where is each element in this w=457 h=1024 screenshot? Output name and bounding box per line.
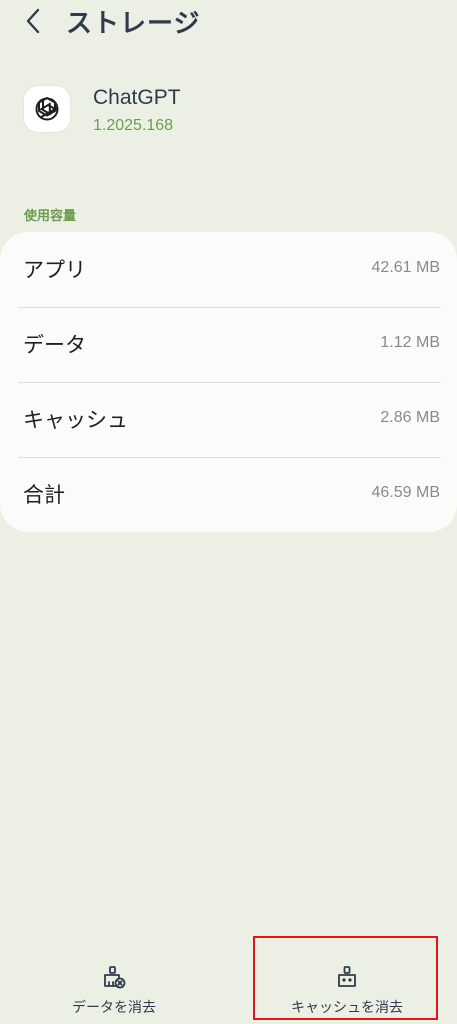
app-name: ChatGPT bbox=[93, 86, 181, 109]
page-title: ストレージ bbox=[66, 9, 201, 39]
storage-row-total: 合計 46.59 MB bbox=[0, 457, 457, 532]
storage-row-data: データ 1.12 MB bbox=[0, 307, 457, 382]
clear-data-button[interactable]: データを消去 bbox=[4, 940, 224, 1024]
row-label: アプリ bbox=[23, 258, 86, 282]
row-value: 2.86 MB bbox=[380, 409, 440, 426]
section-label-usage: 使用容量 bbox=[24, 209, 77, 224]
app-info: ChatGPT 1.2025.168 bbox=[24, 84, 424, 144]
row-label: キャッシュ bbox=[23, 408, 128, 432]
brush-clear-data-icon bbox=[104, 966, 126, 989]
row-value: 42.61 MB bbox=[371, 259, 440, 276]
app-version: 1.2025.168 bbox=[93, 117, 174, 134]
row-label: データ bbox=[23, 333, 86, 357]
storage-row-cache: キャッシュ 2.86 MB bbox=[0, 382, 457, 457]
header: ストレージ bbox=[0, 0, 457, 44]
storage-card: アプリ 42.61 MB データ 1.12 MB キャッシュ 2.86 MB 合… bbox=[0, 232, 457, 532]
chevron-left-icon bbox=[26, 8, 40, 34]
row-label: 合計 bbox=[23, 483, 65, 507]
clear-data-label: データを消去 bbox=[72, 1000, 156, 1016]
row-value: 46.59 MB bbox=[371, 484, 440, 501]
row-value: 1.12 MB bbox=[380, 334, 440, 351]
chatgpt-logo-icon bbox=[35, 97, 59, 121]
back-button[interactable] bbox=[18, 4, 48, 38]
app-icon bbox=[24, 86, 70, 132]
storage-row-app: アプリ 42.61 MB bbox=[0, 232, 457, 307]
highlight-box bbox=[253, 936, 438, 1020]
